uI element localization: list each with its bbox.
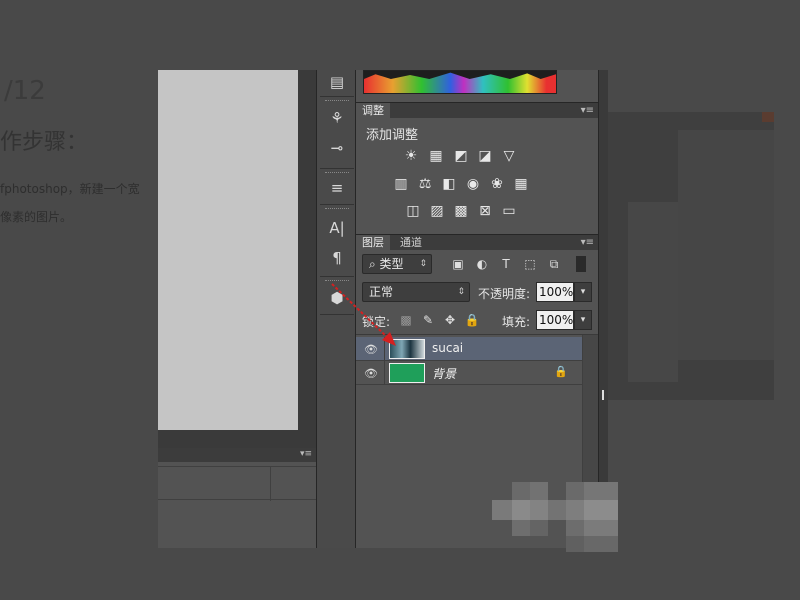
lock-all-icon[interactable]: 🔒 (464, 312, 480, 328)
brightness-icon[interactable]: ☀ (402, 148, 420, 164)
horizontal-scrollbar[interactable] (158, 430, 298, 448)
levels-icon[interactable]: ▦ (427, 148, 445, 164)
layers-tabbar: 图层 通道 ▾≡ (356, 234, 598, 251)
gradient-map-icon[interactable]: ▭ (500, 203, 518, 219)
brush-presets-icon: ⚘ (330, 109, 344, 127)
photoshop-window: ▾≡ ▤ ⚘ ⊸ ≡ A| ¶ ⬢ 调整 ▾≡ 添加调整 ☀ ▦ ◩ ◪ ▽ ▥… (158, 70, 608, 549)
updown-icon: ⇕ (419, 259, 427, 269)
lock-icon: 🔒 (554, 365, 568, 378)
bottom-panel: ▾≡ (158, 448, 316, 548)
opacity-dropdown-arrow[interactable]: ▾ (574, 282, 592, 302)
search-icon: ⌕ (369, 257, 380, 271)
steps-heading: 作步骤： (0, 130, 89, 155)
background-screenshot (608, 112, 774, 400)
vertical-scrollbar[interactable] (298, 70, 316, 448)
tab-adjustments[interactable]: 调整 (356, 103, 390, 119)
fill-input[interactable]: 100% (536, 310, 574, 330)
tool-0[interactable]: ⚘ (324, 106, 350, 130)
mosaic-watermark (492, 482, 618, 552)
exposure-icon[interactable]: ◪ (476, 148, 494, 164)
tool-presets-icon: ≡ (330, 179, 344, 197)
threshold-icon[interactable]: ▩ (452, 203, 470, 219)
fill-dropdown-arrow[interactable]: ▾ (574, 310, 592, 330)
annotation-arrow (331, 283, 396, 346)
layer-row-background[interactable]: 👁 背景 🔒 (356, 361, 582, 385)
histogram-graph (363, 70, 557, 94)
color-balance-icon[interactable]: ⚖ (416, 176, 434, 192)
channel-mixer-icon[interactable]: ❀ (488, 176, 506, 192)
layers-menu-icon[interactable]: ▾≡ (581, 235, 594, 251)
fill-label: 填充: (502, 315, 531, 329)
layer-name: sucai (432, 341, 464, 355)
filter-kind-label: 类型 (379, 257, 404, 271)
step-counter: /12 (4, 76, 46, 106)
document-canvas[interactable] (158, 70, 298, 430)
tool-2[interactable]: ≡ (324, 176, 350, 200)
opacity-label: 不透明度: (478, 287, 531, 301)
tab-channels[interactable]: 通道 (394, 235, 428, 251)
canvas-area (158, 70, 316, 448)
lock-position-icon[interactable]: ✥ (442, 312, 458, 328)
panel-menu-icon[interactable]: ▾≡ (300, 449, 312, 459)
invert-icon[interactable]: ◫ (404, 203, 422, 219)
adjustments-menu-icon[interactable]: ▾≡ (581, 103, 594, 119)
step-text-line-1: fphotoshop，新建一个宽 (0, 182, 140, 196)
layer-name: 背景 (432, 367, 457, 381)
pixel-filter-icon[interactable]: ▣ (450, 256, 466, 272)
type-filter-icon[interactable]: T (498, 256, 514, 272)
layer-thumbnail (389, 363, 425, 383)
eye-icon[interactable]: 👁 (364, 366, 378, 380)
photo-filter-icon[interactable]: ◉ (464, 176, 482, 192)
bottom-panel-tabbar: ▾≡ (158, 448, 316, 462)
curves-icon[interactable]: ◩ (452, 148, 470, 164)
layer-filter-select[interactable]: ⌕ 类型 ⇕ (362, 254, 432, 274)
black-white-icon[interactable]: ◧ (440, 176, 458, 192)
adjustments-tabbar: 调整 ▾≡ (356, 102, 598, 119)
paragraph-icon: ¶ (332, 249, 342, 267)
step-text-line-2: 像素的图片。 (0, 210, 73, 224)
smart-object-filter-icon[interactable]: ⧉ (546, 256, 562, 272)
add-adjustment-title: 添加调整 (366, 128, 419, 143)
updown-icon: ⇕ (457, 287, 465, 297)
selective-color-icon[interactable]: ⊠ (476, 203, 494, 219)
posterize-icon[interactable]: ▨ (428, 203, 446, 219)
tab-layers[interactable]: 图层 (356, 235, 390, 251)
adjustment-filter-icon[interactable]: ◐ (474, 256, 490, 272)
shape-filter-icon[interactable]: ⬚ (522, 256, 538, 272)
histogram-tool-icon[interactable]: ▤ (324, 70, 350, 94)
clone-source-icon: ⊸ (330, 139, 344, 157)
filter-toggle[interactable] (576, 256, 586, 272)
tool-1[interactable]: ⊸ (324, 136, 350, 160)
character-icon: A| (329, 219, 345, 237)
vibrance-icon[interactable]: ▽ (500, 148, 518, 164)
right-edge-scrollbar[interactable] (598, 70, 608, 548)
opacity-input[interactable]: 100% (536, 282, 574, 302)
bottom-panel-row (158, 466, 316, 501)
tool-4[interactable]: ¶ (324, 246, 350, 270)
color-lookup-icon[interactable]: ▦ (512, 176, 530, 192)
hue-saturation-icon[interactable]: ▥ (392, 176, 410, 192)
layer-filter-row: ⌕ 类型 ⇕ ▣ ◐ T ⬚ ⧉ (362, 254, 594, 276)
tool-3[interactable]: A| (324, 216, 350, 240)
